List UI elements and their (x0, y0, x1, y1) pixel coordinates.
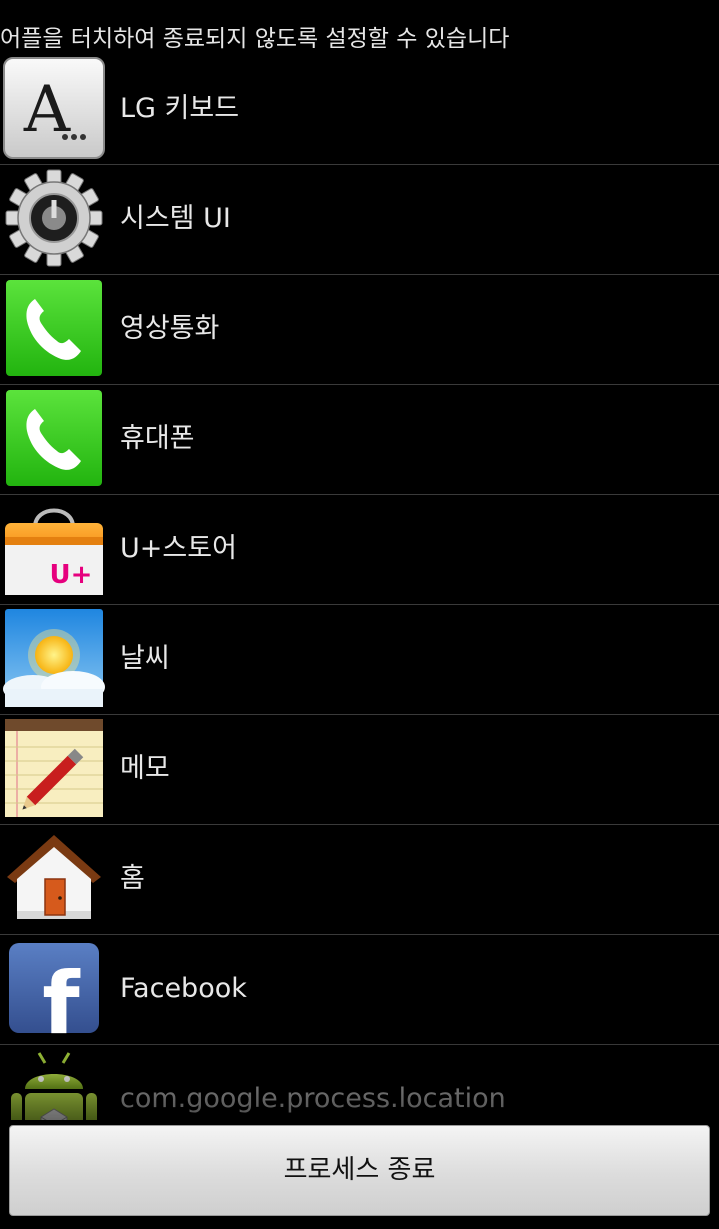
uplus-logo-text: U+ (50, 560, 93, 590)
app-label: 시스템 UI (120, 203, 231, 234)
app-label: 영상통화 (120, 313, 220, 344)
list-item-video-call[interactable]: 영상통화 (0, 275, 719, 385)
list-item-facebook[interactable]: f Facebook (0, 935, 719, 1045)
list-item-memo[interactable]: 메모 (0, 715, 719, 825)
list-item-uplus-store[interactable]: U+ U+스토어 (0, 495, 719, 605)
app-label: 휴대폰 (120, 423, 195, 454)
list-item-weather[interactable]: 날씨 (0, 605, 719, 715)
app-label: U+스토어 (120, 533, 237, 564)
android-icon (3, 1047, 105, 1120)
shopping-bag-icon: U+ (3, 497, 105, 599)
app-label: 메모 (120, 753, 170, 784)
app-label: Facebook (120, 973, 247, 1004)
app-label: 날씨 (120, 643, 170, 674)
app-screen: 어플을 터치하여 종료되지 않도록 설정할 수 있습니다 A LG 키보드 시스… (0, 0, 719, 1229)
app-label: com.google.process.location (120, 1083, 506, 1114)
phone-icon (3, 277, 105, 379)
instruction-text: 어플을 터치하여 종료되지 않도록 설정할 수 있습니다 (0, 26, 510, 52)
list-item-home[interactable]: 홈 (0, 825, 719, 935)
memo-pencil-icon (3, 717, 105, 819)
house-icon (3, 827, 105, 929)
process-list[interactable]: A LG 키보드 시스템 UI 영상통화 휴대폰 U+ U+스토어 날씨 메모 … (0, 55, 719, 1120)
app-label: LG 키보드 (120, 93, 240, 124)
list-item-google-location[interactable]: com.google.process.location (0, 1045, 719, 1120)
facebook-icon: f (3, 937, 105, 1039)
list-item-lg-keyboard[interactable]: A LG 키보드 (0, 55, 719, 165)
phone-icon (3, 387, 105, 489)
app-label: 홈 (120, 863, 145, 894)
list-item-phone[interactable]: 휴대폰 (0, 385, 719, 495)
list-item-system-ui[interactable]: 시스템 UI (0, 165, 719, 275)
keyboard-a-icon: A (3, 57, 105, 159)
gear-icon (3, 167, 105, 269)
weather-sun-icon (3, 607, 105, 709)
facebook-logo-text: f (42, 954, 81, 1039)
kill-process-button[interactable]: 프로세스 종료 (9, 1125, 710, 1216)
